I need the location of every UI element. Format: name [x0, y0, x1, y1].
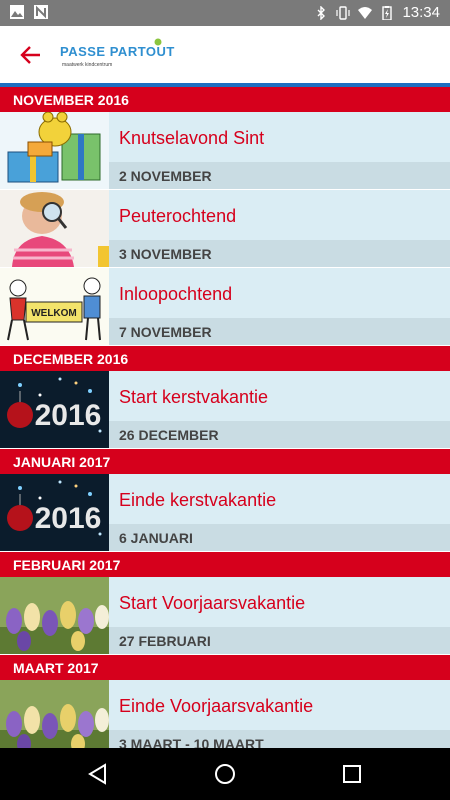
event-thumbnail	[0, 577, 109, 654]
app-logo: PASSE PARTOUT maatwerk kindcentrum	[60, 38, 174, 72]
month-header: MAART 2017	[0, 655, 450, 680]
logo-dot-icon	[154, 38, 162, 46]
battery-icon	[382, 5, 393, 20]
year-thumb-text: 2016	[35, 399, 102, 432]
month-header: JANUARI 2017	[0, 449, 450, 474]
event-item[interactable]: 2016 Start kerstvakantie 26 DECEMBER	[0, 371, 450, 449]
logo-text: PASSE PARTOUT	[60, 44, 175, 59]
event-thumbnail	[0, 190, 109, 267]
event-thumbnail: 2016	[0, 371, 109, 448]
event-title: Einde kerstvakantie	[109, 474, 450, 524]
home-circle-icon[interactable]	[213, 762, 237, 786]
app-toolbar: PASSE PARTOUT maatwerk kindcentrum	[0, 26, 450, 83]
vibrate-icon	[336, 5, 351, 20]
event-title: Einde Voorjaarsvakantie	[109, 680, 450, 730]
month-header: NOVEMBER 2016	[0, 87, 450, 112]
event-thumbnail: WELKOM	[0, 268, 109, 345]
event-thumbnail	[0, 680, 109, 748]
recents-square-icon[interactable]	[340, 762, 364, 786]
welkom-sign-text: WELKOM	[31, 308, 77, 319]
event-date: 27 FEBRUARI	[109, 627, 450, 654]
n-icon	[34, 5, 48, 19]
event-date: 3 NOVEMBER	[109, 240, 450, 267]
arrow-left-icon[interactable]	[18, 42, 44, 68]
month-header: DECEMBER 2016	[0, 346, 450, 371]
event-date: 2 NOVEMBER	[109, 162, 450, 189]
event-thumbnail	[0, 112, 109, 189]
event-item[interactable]: Knutselavond Sint 2 NOVEMBER	[0, 112, 450, 190]
event-date: 6 JANUARI	[109, 524, 450, 551]
back-triangle-icon[interactable]	[86, 762, 110, 786]
event-list[interactable]: NOVEMBER 2016 Knutselavond Sint 2 NOVEMBER…	[0, 87, 450, 748]
bluetooth-icon	[317, 5, 326, 20]
event-item[interactable]: Peuterochtend 3 NOVEMBER	[0, 190, 450, 268]
event-title: Knutselavond Sint	[109, 112, 450, 162]
event-date: 26 DECEMBER	[109, 421, 450, 448]
event-title: Start kerstvakantie	[109, 371, 450, 421]
status-time: 13:34	[402, 4, 440, 21]
system-nav-bar	[0, 748, 450, 800]
wifi-icon	[358, 6, 373, 19]
year-thumb-text: 2016	[35, 502, 102, 535]
month-header: FEBRUARI 2017	[0, 552, 450, 577]
event-date: 3 MAART - 10 MAART	[109, 730, 450, 748]
logo-subtext: maatwerk kindcentrum	[62, 62, 113, 68]
event-title: Start Voorjaarsvakantie	[109, 577, 450, 627]
event-title: Peuterochtend	[109, 190, 450, 240]
event-item[interactable]: Einde Voorjaarsvakantie 3 MAART - 10 MAAR…	[0, 680, 450, 748]
event-item[interactable]: WELKOM Inloopochtend 7 NOVEMBER	[0, 268, 450, 346]
event-item[interactable]: 2016 Einde kerstvakantie 6 JANUARI	[0, 474, 450, 552]
event-date: 7 NOVEMBER	[109, 318, 450, 345]
image-icon	[10, 5, 24, 19]
event-thumbnail: 2016	[0, 474, 109, 551]
event-item[interactable]: Start Voorjaarsvakantie 27 FEBRUARI	[0, 577, 450, 655]
event-title: Inloopochtend	[109, 268, 450, 318]
status-bar: 13:34	[0, 0, 450, 26]
